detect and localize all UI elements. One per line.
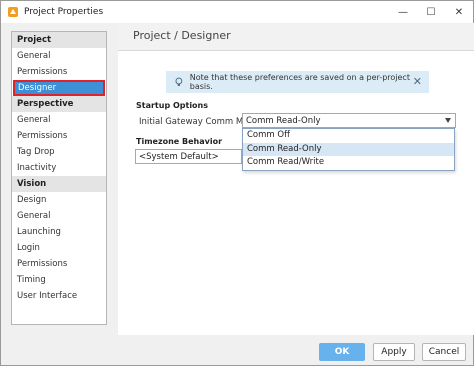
sidebar-item-timing[interactable]: Timing bbox=[12, 272, 106, 288]
comm-mode-select[interactable]: Comm Read-Only bbox=[242, 113, 456, 128]
sidebar-item-perspective-permissions[interactable]: Permissions bbox=[12, 128, 106, 144]
notice-text: Note that these preferences are saved on… bbox=[189, 73, 410, 91]
option-comm-read-write[interactable]: Comm Read/Write bbox=[243, 156, 454, 170]
cancel-button[interactable]: Cancel bbox=[422, 343, 466, 361]
maximize-button[interactable]: ☐ bbox=[417, 1, 445, 23]
close-window-button[interactable]: ✕ bbox=[445, 1, 473, 23]
sidebar-header-vision: Vision bbox=[12, 176, 106, 192]
sidebar-item-tag-drop[interactable]: Tag Drop bbox=[12, 144, 106, 160]
app-logo-icon bbox=[8, 7, 18, 17]
apply-label: Apply bbox=[381, 347, 407, 357]
option-comm-read-only[interactable]: Comm Read-Only bbox=[243, 142, 454, 156]
comm-mode-value: Comm Read-Only bbox=[246, 115, 321, 126]
page-header: Project / Designer bbox=[118, 23, 474, 51]
title-bar: Project Properties — ☐ ✕ bbox=[1, 1, 473, 23]
page-title: Project / Designer bbox=[133, 29, 231, 42]
cancel-label: Cancel bbox=[428, 347, 460, 357]
lightbulb-icon bbox=[175, 77, 183, 86]
sidebar-item-designer[interactable]: Designer bbox=[13, 80, 105, 96]
minimize-button[interactable]: — bbox=[389, 1, 417, 23]
maximize-icon: ☐ bbox=[426, 6, 436, 18]
timezone-value: <System Default> bbox=[139, 151, 219, 162]
info-notice: Note that these preferences are saved on… bbox=[166, 71, 429, 93]
close-notice-icon[interactable]: ✕ bbox=[413, 75, 422, 88]
sidebar-item-login[interactable]: Login bbox=[12, 240, 106, 256]
apply-button[interactable]: Apply bbox=[373, 343, 415, 361]
timezone-select[interactable]: <System Default> bbox=[135, 149, 242, 164]
sidebar-item-inactivity[interactable]: Inactivity bbox=[12, 160, 106, 176]
timezone-heading: Timezone Behavior bbox=[136, 137, 223, 146]
ok-label: OK bbox=[334, 347, 350, 357]
window-title: Project Properties bbox=[24, 7, 104, 17]
minimize-icon: — bbox=[398, 6, 408, 18]
close-icon: ✕ bbox=[454, 6, 464, 18]
dialog-footer: OK Apply Cancel bbox=[1, 335, 473, 365]
sidebar-header-perspective: Perspective bbox=[12, 96, 106, 112]
sidebar-item-design[interactable]: Design bbox=[12, 192, 106, 208]
comm-mode-dropdown: Comm Off Comm Read-Only Comm Read/Write bbox=[242, 128, 455, 171]
option-comm-off[interactable]: Comm Off bbox=[243, 129, 454, 143]
sidebar-item-launching[interactable]: Launching bbox=[12, 224, 106, 240]
sidebar-item-user-interface[interactable]: User Interface bbox=[12, 288, 106, 304]
sidebar-item-project-general[interactable]: General bbox=[12, 48, 106, 64]
sidebar-item-project-permissions[interactable]: Permissions bbox=[12, 64, 106, 80]
settings-sidebar: Project General Permissions Designer Per… bbox=[11, 31, 107, 325]
sidebar-header-project: Project bbox=[12, 32, 106, 48]
sidebar-item-perspective-general[interactable]: General bbox=[12, 112, 106, 128]
ok-button[interactable]: OK bbox=[319, 343, 365, 361]
main-panel: Project / Designer Note that these prefe… bbox=[118, 23, 474, 335]
sidebar-item-vision-permissions[interactable]: Permissions bbox=[12, 256, 106, 272]
startup-options-heading: Startup Options bbox=[136, 101, 209, 110]
project-properties-window: Project Properties — ☐ ✕ Project General… bbox=[0, 0, 474, 366]
chevron-down-icon bbox=[445, 118, 451, 123]
sidebar-item-vision-general[interactable]: General bbox=[12, 208, 106, 224]
